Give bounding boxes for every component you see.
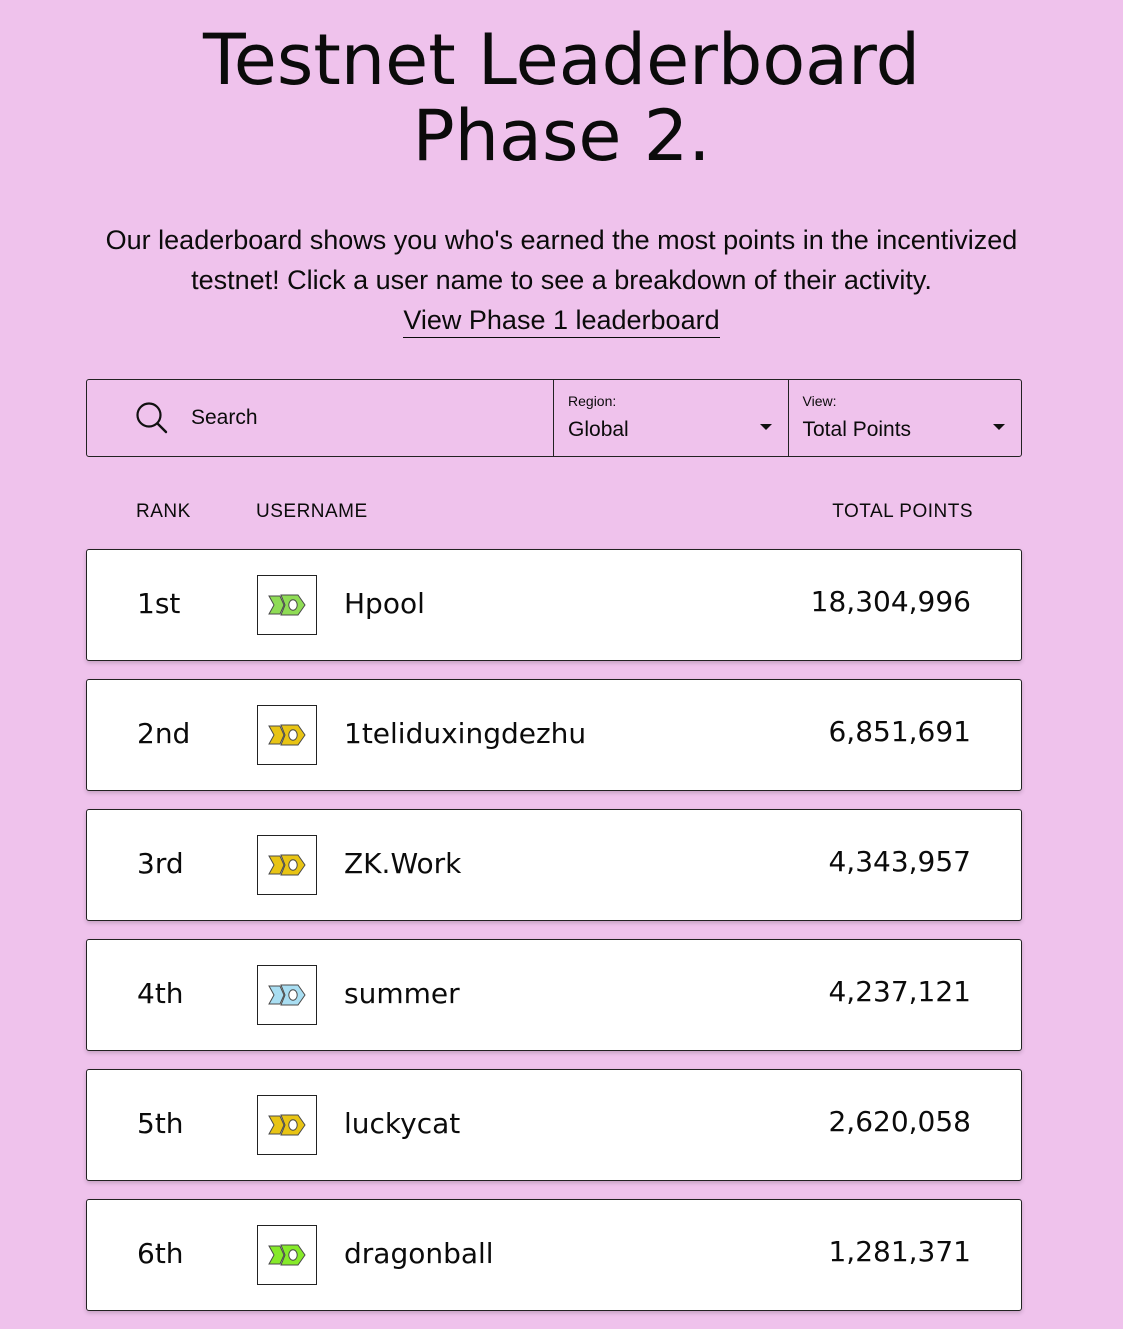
- hex-logo-icon: [268, 724, 306, 746]
- avatar: [257, 705, 317, 765]
- points-cell: 2,620,058: [828, 1105, 971, 1138]
- points-cell: 1,281,371: [828, 1235, 971, 1268]
- search-icon: [136, 402, 168, 434]
- leaderboard-row[interactable]: 3rd ZK.Work 4,343,957: [86, 809, 1022, 921]
- avatar: [257, 1225, 317, 1285]
- page-title-line2: Phase 2.: [412, 95, 711, 177]
- username-link[interactable]: Hpool: [344, 586, 425, 622]
- leaderboard-row[interactable]: 6th dragonball 1,281,371: [86, 1199, 1022, 1311]
- hex-logo-icon: [268, 854, 306, 876]
- caret-down-icon: [992, 424, 1005, 430]
- avatar: [257, 1095, 317, 1155]
- username-link[interactable]: dragonball: [344, 1236, 494, 1272]
- points-cell: 4,343,957: [828, 845, 971, 878]
- leaderboard-row[interactable]: 1st Hpool 18,304,996: [86, 549, 1022, 661]
- search-placeholder: Search: [191, 406, 258, 429]
- phase1-leaderboard-link[interactable]: View Phase 1 leaderboard: [403, 303, 720, 338]
- view-value: Total Points: [802, 418, 912, 441]
- rank-cell: 5th: [137, 1107, 184, 1140]
- view-label: View:: [802, 393, 837, 409]
- view-select[interactable]: View: Total Points: [787, 380, 1021, 456]
- points-cell: 4,237,121: [828, 975, 971, 1008]
- leaderboard-row[interactable]: 5th luckycat 2,620,058: [86, 1069, 1022, 1181]
- username-link[interactable]: summer: [344, 976, 460, 1012]
- region-select[interactable]: Region: Global: [554, 380, 787, 456]
- column-header-total-points: TOTAL POINTS: [832, 501, 973, 522]
- points-cell: 18,304,996: [810, 585, 971, 618]
- intro-line-1: Our leaderboard shows you who's earned t…: [105, 225, 1018, 255]
- hex-logo-icon: [268, 984, 306, 1006]
- avatar: [257, 575, 317, 635]
- leaderboard-row[interactable]: 2nd 1teliduxingdezhu 6,851,691: [86, 679, 1022, 791]
- filter-bar: Search Region: Global View: Total Points: [86, 379, 1022, 457]
- hex-logo-icon: [268, 1244, 306, 1266]
- username-link[interactable]: ZK.Work: [344, 846, 461, 882]
- rank-cell: 4th: [137, 977, 184, 1010]
- page-title: Testnet Leaderboard Phase 2.: [0, 22, 1123, 174]
- rank-cell: 1st: [137, 587, 181, 620]
- avatar: [257, 835, 317, 895]
- region-label: Region:: [568, 393, 617, 409]
- points-cell: 6,851,691: [828, 715, 971, 748]
- leaderboard-row[interactable]: 4th summer 4,237,121: [86, 939, 1022, 1051]
- intro-text: Our leaderboard shows you who's earned t…: [0, 220, 1123, 340]
- region-value: Global: [568, 418, 629, 441]
- page-title-line1: Testnet Leaderboard: [202, 19, 921, 101]
- rank-cell: 2nd: [137, 717, 191, 750]
- avatar: [257, 965, 317, 1025]
- username-link[interactable]: luckycat: [344, 1106, 460, 1142]
- column-header-username: USERNAME: [256, 501, 368, 522]
- rank-cell: 3rd: [137, 847, 184, 880]
- caret-down-icon: [759, 424, 772, 430]
- hex-logo-icon: [268, 594, 306, 616]
- column-header-rank: RANK: [136, 501, 191, 522]
- leaderboard-list: 1st Hpool 18,304,996 2nd 1teliduxingdezh…: [86, 549, 1022, 1329]
- username-link[interactable]: 1teliduxingdezhu: [344, 716, 586, 752]
- search-input[interactable]: Search: [87, 380, 555, 456]
- intro-line-2: testnet! Click a user name to see a brea…: [191, 265, 932, 295]
- rank-cell: 6th: [137, 1237, 184, 1270]
- hex-logo-icon: [268, 1114, 306, 1136]
